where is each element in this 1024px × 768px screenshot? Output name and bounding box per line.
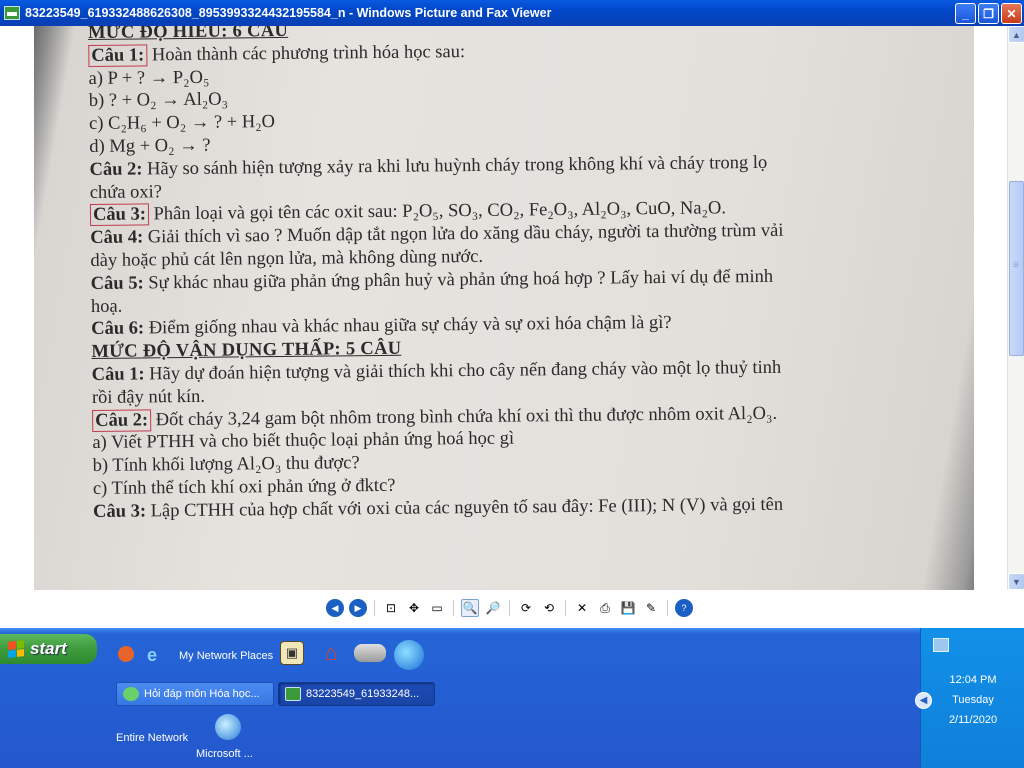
edit-button[interactable]: ✎ — [642, 599, 660, 617]
maximize-button[interactable]: ❐ — [978, 3, 999, 24]
line-text: Hãy dự đoán hiện tượng và giải thích khi… — [144, 357, 782, 385]
start-label: start — [30, 639, 67, 658]
microsoft-label[interactable]: Microsoft ... — [196, 748, 253, 760]
window-title: 83223549_619332488626308_895399332443219… — [25, 6, 552, 20]
my-network-places-label[interactable]: My Network Places — [179, 650, 273, 662]
question-label: Câu 3: — [89, 203, 150, 227]
windows-logo-icon — [8, 640, 24, 658]
toolbar-buttons: ◀ ▶ ⊡ ✥ ▭ 🔍 🔎 ⟳ ⟲ ✕ ⎙ 💾 ✎? — [326, 599, 693, 617]
taskbar: start e My Network Places ▣ ⌂ Hỏi đáp mô… — [0, 628, 1024, 768]
question-label: Câu 5: — [90, 273, 144, 294]
clock-time[interactable]: 12:04 PM — [921, 674, 1024, 686]
line-text: a) Viết PTHH và cho biết thuộc loại phản… — [92, 428, 515, 454]
toolbar-separator — [374, 600, 375, 616]
network-globe-icon[interactable] — [394, 640, 424, 670]
save-button[interactable]: 💾 — [619, 599, 637, 617]
next-image-button[interactable]: ▶ — [349, 599, 367, 617]
line-text: Lập CTHH của hợp chất với oxi của các ng… — [145, 494, 784, 522]
actual-size-button[interactable]: ✥ — [405, 599, 423, 617]
previous-image-button[interactable]: ◀ — [326, 599, 344, 617]
shortcut-icon[interactable]: ▣ — [280, 641, 304, 665]
toolbar-separator — [453, 600, 454, 616]
network-connection-icon[interactable] — [933, 638, 949, 652]
slideshow-button[interactable]: ▭ — [428, 599, 446, 617]
line-text: a) P + ? → P₂O₅ — [88, 67, 210, 89]
document-text: MỨC ĐỘ HIỂU: 6 CÂU Câu 1: Hoàn thành các … — [88, 26, 953, 524]
best-fit-button[interactable]: ⊡ — [382, 599, 400, 617]
toolbar-separator — [509, 600, 510, 616]
question-label: Câu 3: — [93, 501, 147, 522]
start-button[interactable]: start — [0, 634, 97, 664]
line-text: Hoàn thành các phương trình hóa học sau: — [147, 41, 466, 66]
rotate-counterclockwise-button[interactable]: ⟲ — [540, 599, 558, 617]
line-text: c) Tính thể tích khí oxi phản ứng ở đktc… — [92, 475, 396, 499]
line-text: Điểm giống nhau và khác nhau giữa sự chá… — [144, 313, 672, 339]
rotate-clockwise-button[interactable]: ⟳ — [517, 599, 535, 617]
picture-viewer-icon — [4, 6, 20, 20]
toolbar-separator — [565, 600, 566, 616]
line-text: hoạ. — [90, 296, 123, 317]
window-controls: _ ❐ ✕ — [955, 3, 1022, 24]
line-text: chứa oxi? — [89, 181, 163, 203]
line-text: b) ? + O₂ → Al₂O₃ — [88, 89, 229, 112]
taskbar-item-browser[interactable]: Hỏi đáp môn Hóa học... — [116, 682, 274, 706]
question-label: Câu 2: — [92, 408, 152, 432]
task-label: 83223549_61933248... — [306, 688, 420, 700]
question-label: Câu 4: — [90, 227, 144, 249]
browser-icon — [123, 687, 139, 701]
viewer-toolbar: ◀ ▶ ⊡ ✥ ▭ 🔍 🔎 ⟳ ⟲ ✕ ⎙ 💾 ✎? — [0, 590, 1024, 628]
vertical-scrollbar[interactable]: ▲ ▼ — [1007, 26, 1024, 590]
help-button[interactable]: ? — [675, 599, 693, 617]
line-text: rồi đậy nút kín. — [91, 386, 206, 408]
line-text: Sự khác nhau giữa phản ứng phân huỷ và p… — [143, 266, 774, 294]
clock-date: 2/11/2020 — [948, 714, 998, 726]
internet-explorer-icon[interactable]: e — [141, 644, 163, 666]
line-text: b) Tính khối lượng Al₂O₃ thu được? — [92, 453, 360, 477]
document-photo: MỨC ĐỘ HIỂU: 6 CÂU Câu 1: Hoàn thành các … — [34, 26, 974, 590]
print-button[interactable]: ⎙ — [596, 599, 614, 617]
question-label: Câu 1: — [88, 44, 148, 67]
entire-network-label[interactable]: Entire Network — [116, 732, 188, 744]
delete-button[interactable]: ✕ — [573, 599, 591, 617]
question-label: Câu 1: — [91, 364, 145, 385]
toolbar-separator — [667, 600, 668, 616]
picture-viewer-icon — [285, 687, 301, 701]
scroll-thumb[interactable] — [1009, 181, 1024, 356]
line-text: dày hoặc phủ cát lên ngọn lửa, mà không … — [90, 246, 484, 271]
home-icon[interactable]: ⌂ — [318, 640, 344, 666]
scroll-up-button[interactable]: ▲ — [1008, 26, 1024, 43]
network-icon[interactable] — [215, 714, 241, 740]
minimize-button[interactable]: _ — [955, 3, 976, 24]
scroll-down-button[interactable]: ▼ — [1008, 573, 1024, 590]
close-button[interactable]: ✕ — [1001, 3, 1022, 24]
system-tray: ◀ 12:04 PM Tuesday 2/11/2020 — [915, 628, 1024, 768]
line-text: d) Mg + O₂ → ? — [89, 135, 211, 157]
line-text: MỨC ĐỘ VẬN DỤNG THẤP: 5 CÂU — [91, 338, 402, 363]
task-label: Hỏi đáp môn Hóa học... — [144, 688, 260, 700]
line-text: MỨC ĐỘ HIỂU: 6 CÂU — [88, 26, 289, 43]
question-label: Câu 6: — [91, 318, 145, 340]
title-bar[interactable]: 83223549_619332488626308_895399332443219… — [0, 0, 1024, 26]
chrome-icon[interactable] — [118, 646, 134, 662]
clock-day: Tuesday — [952, 694, 994, 706]
taskbar-item-picture-viewer[interactable]: 83223549_61933248... — [278, 682, 435, 706]
line-text: c) C₂H₆ + O₂ → ? + H₂O — [88, 112, 276, 135]
usb-drive-icon[interactable] — [354, 644, 386, 662]
image-viewport[interactable]: MỨC ĐỘ HIỂU: 6 CÂU Câu 1: Hoàn thành các … — [0, 26, 1024, 590]
question-label: Câu 2: — [89, 159, 143, 180]
zoom-out-button[interactable]: 🔎 — [484, 599, 502, 617]
line-text: Hãy so sánh hiện tượng xảy ra khi lưu hu… — [142, 152, 768, 180]
zoom-in-button[interactable]: 🔍 — [461, 599, 479, 617]
line-text: Giải thích vì sao ? Muốn dập tắt ngọn lử… — [143, 220, 784, 248]
